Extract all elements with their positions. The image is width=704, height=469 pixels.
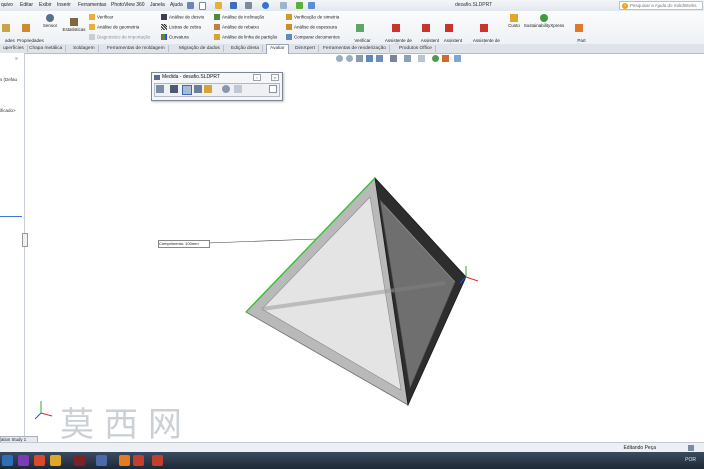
solidworks-icon[interactable]	[74, 455, 85, 466]
measure-dialog[interactable]: Medida - desafio.SLDPRT ▫ ×	[151, 72, 283, 101]
measure-dialog-title: Medida - desafio.SLDPRT	[162, 74, 220, 80]
app-red-icon[interactable]	[133, 455, 144, 466]
units-icon[interactable]	[156, 85, 164, 93]
explorer-icon[interactable]	[50, 455, 61, 466]
onenote-icon[interactable]	[18, 455, 29, 466]
watermark: 莫西网	[60, 405, 192, 445]
show-xyz-icon[interactable]	[170, 85, 178, 93]
windows-taskbar: POR	[0, 452, 704, 469]
measure-dialog-close-button[interactable]: ×	[271, 74, 279, 81]
dimension-leader-line	[207, 238, 317, 244]
projection-icon[interactable]	[194, 85, 202, 93]
view-triad-x	[40, 412, 53, 417]
point-to-point-icon[interactable]	[182, 85, 192, 95]
tray-language[interactable]: POR	[685, 457, 696, 463]
office-icon[interactable]	[34, 455, 45, 466]
copy-values-icon[interactable]	[234, 85, 242, 93]
ie-icon[interactable]	[2, 455, 13, 466]
measure-icon	[154, 75, 160, 80]
measure-dialog-pin-button[interactable]: ▫	[253, 74, 261, 81]
dimension-callout[interactable]: Comprimento: 100mm	[158, 240, 210, 248]
vlc-icon[interactable]	[119, 455, 130, 466]
triad-x-axis	[465, 276, 479, 282]
app-red-2-icon[interactable]	[152, 455, 163, 466]
status-text: Editando Peça	[623, 445, 656, 451]
history-icon[interactable]	[204, 85, 212, 93]
collapse-results-icon[interactable]	[269, 85, 277, 93]
status-help-icon[interactable]	[688, 445, 694, 451]
app-icon[interactable]	[96, 455, 107, 466]
sensor-measure-icon[interactable]	[222, 85, 230, 93]
view-triad-z	[34, 412, 42, 420]
